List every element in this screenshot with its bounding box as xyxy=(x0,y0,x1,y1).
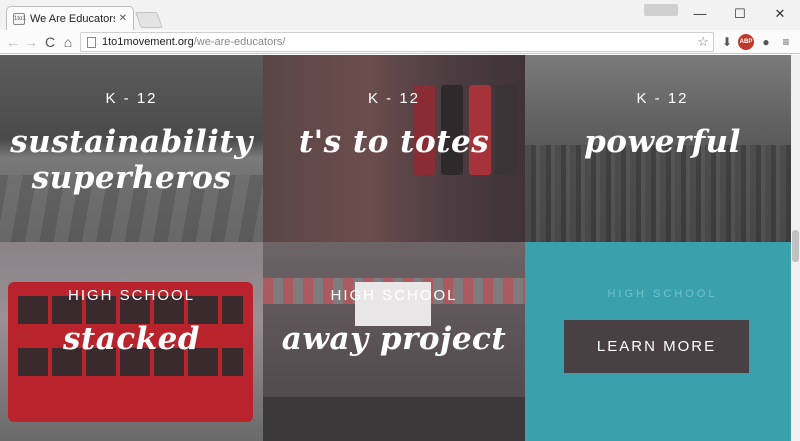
extension-icon[interactable]: ● xyxy=(758,34,774,50)
address-bar[interactable]: 1to1movement.org/we-are-educators/ ☆ xyxy=(80,32,714,52)
reload-icon[interactable]: C xyxy=(41,33,59,51)
tile-level: K - 12 xyxy=(367,90,421,107)
project-tile-stacked[interactable]: HIGH SCHOOL stacked xyxy=(0,242,263,441)
profile-chip[interactable] xyxy=(644,4,678,16)
back-arrow-icon[interactable]: ← xyxy=(4,33,22,51)
url-path: /we-are-educators/ xyxy=(193,36,286,48)
learn-more-button[interactable]: LEARN MORE xyxy=(564,320,749,373)
minimize-button[interactable]: — xyxy=(680,0,720,28)
browser-titlebar: 1to1 We Are Educators ··· ✕ — ☐ ✕ xyxy=(0,0,800,30)
home-icon[interactable]: ⌂ xyxy=(59,33,77,51)
tile-title: powerful xyxy=(584,124,741,160)
url-host: 1to1movement.org xyxy=(102,36,194,48)
page-scrollbar[interactable] xyxy=(791,55,800,441)
favicon-icon: 1to1 xyxy=(13,12,26,25)
cta-subtitle: HIGH SCHOOL xyxy=(607,288,718,300)
download-icon[interactable]: ⬇ xyxy=(719,34,735,50)
tile-level: HIGH SCHOOL xyxy=(330,287,458,304)
browser-tab[interactable]: 1to1 We Are Educators ··· ✕ xyxy=(6,6,134,30)
tile-level: K - 12 xyxy=(105,90,158,107)
bookmark-star-icon[interactable]: ☆ xyxy=(697,34,709,50)
browser-toolbar: ← → C ⌂ 1to1movement.org/we-are-educator… xyxy=(0,30,800,54)
tile-level: K - 12 xyxy=(636,90,689,107)
tile-title: stacked xyxy=(62,321,201,357)
project-tile-powerful[interactable]: K - 12 powerful xyxy=(525,55,800,242)
tile-title: sustainability xyxy=(10,124,253,160)
page-content: K - 12 sustainability superheros K - 12 … xyxy=(0,55,800,441)
tab-title: We Are Educators ··· xyxy=(30,12,115,25)
close-window-button[interactable]: ✕ xyxy=(760,0,800,28)
project-tile-sustainability-superheros[interactable]: K - 12 sustainability superheros xyxy=(0,55,263,242)
maximize-button[interactable]: ☐ xyxy=(720,0,760,28)
tile-title-line2: superheros xyxy=(31,160,232,196)
tile-photo-detail xyxy=(263,397,525,441)
page-icon xyxy=(87,36,96,48)
scrollbar-thumb[interactable] xyxy=(792,230,799,262)
forward-arrow-icon[interactable]: → xyxy=(22,33,40,51)
close-tab-icon[interactable]: ✕ xyxy=(119,13,127,24)
tile-level: HIGH SCHOOL xyxy=(67,287,195,304)
project-tile-ts-to-totes[interactable]: K - 12 t's to totes xyxy=(263,55,525,242)
project-tile-away-project[interactable]: HIGH SCHOOL away project xyxy=(263,242,525,441)
adblock-icon[interactable]: ABP xyxy=(738,34,754,50)
menu-icon[interactable]: ≡ xyxy=(778,34,794,50)
tile-title: t's to totes xyxy=(298,124,490,160)
tile-title: away project xyxy=(281,321,507,357)
new-tab-button[interactable] xyxy=(135,12,163,28)
cta-panel: HIGH SCHOOL LEARN MORE xyxy=(525,242,800,441)
